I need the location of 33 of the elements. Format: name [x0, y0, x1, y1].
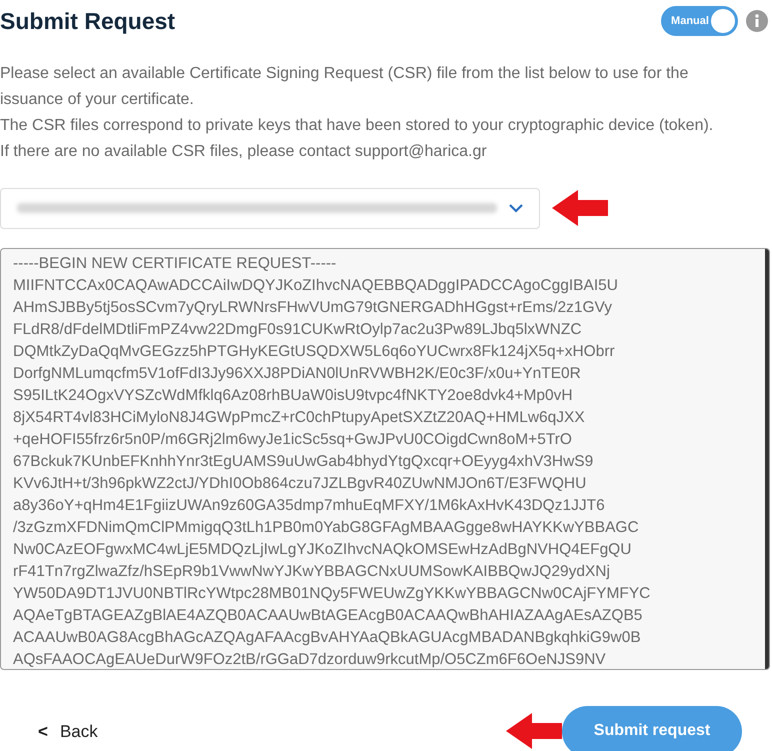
csr-line: rF41Tn7rgZlwaZfz/hSEpR9b1VwwNwYJKwYBBAGCNxUUMSowKAIBBQwJQ29ydXNj	[13, 562, 610, 582]
chevron-down-icon	[509, 204, 523, 212]
csr-line: S95ILtK24OgxVYSZcWdMfklq6Az08rhBUaW0isU9tvpc4fNKTY2oe8dvk4+Mp0vH	[13, 386, 573, 406]
csr-line: /3zGzmXFDNimQmClPMmigqQ3tLh1PB0m0YabG8GFAgMBAAGgge8wHAYKKwYBBAGC	[13, 518, 639, 538]
csr-line: 8jX54RT4vl83HCiMyloN8J4GWpPmcZ+rC0chPtupyApetSXZtZ20AQ+HMLw6qJXX	[13, 408, 585, 428]
csr-select[interactable]	[0, 188, 540, 228]
csr-line: DQMtkZyDaQqMvGEGzz5hPTGHyKEGtUSQDXW5L6q6oYUCwrx8Fk124jX5q+xHObrr	[13, 342, 615, 362]
mode-toggle[interactable]: Manual	[661, 6, 738, 36]
description-text: The CSR files correspond to private keys that have been stored to your cryptographic device (token).	[0, 116, 714, 136]
page-title: Submit Request	[0, 7, 176, 36]
csr-line: KVv6JtH+t/3h96pkWZ2ctJ/YDhI0Ob864czu7JZLBgvR40ZUwNMJOn6T/E3FWQHU	[13, 474, 586, 494]
csr-line: -----BEGIN NEW CERTIFICATE REQUEST-----	[13, 254, 336, 274]
description-text: Please select an available Certificate Signing Request (CSR) file from the list below to use for the issuance of your certificate.	[0, 64, 690, 110]
csr-line: ACAAUwB0AG8AcgBhAGcAZQAgAFAAcgBvAHYAaQBkAGUAcgMBADANBgkqhkiG9w0B	[13, 628, 641, 648]
csr-line: AQsFAAOCAgEAUeDurW9FOz2tB/rGGaD7dzorduw9rkcutMp/O5CZm6F6OeNJS9NV	[13, 650, 606, 668]
annotation-arrow	[506, 713, 562, 749]
csr-line: AHmSJBBy5tj5osSCvm7yQryLRWNrsFHwVUmG79tGNERGADhHGgst+rEms/2z1GVy	[13, 298, 612, 318]
back-link[interactable]: < Back	[38, 719, 98, 745]
csr-line: Nw0CAzEOFgwxMC4wLjE5MDQzLjIwLgYJKoZIhvcNAQkOMSEwHzAdBgNVHQ4EFgQU	[13, 540, 632, 560]
csr-line: AQAeTgBTAGEAZgBlAE4AZQB0ACAAUwBtAGEAcgB0ACAAQwBhAHIAZAAgAEsAZQB5	[13, 606, 642, 626]
csr-line: FLdR8/dFdelMDtliFmPZ4vw22DmgF0s91CUKwRtOylp7ac2u3Pw89LJbq5lxWNZC	[13, 320, 582, 340]
csr-line: 67Bckuk7KUnbEFKnhhYnr3tEgUAMS9uUwGab4bhydYtgQxcqr+OEyyg4xhV3HwS9	[13, 452, 594, 472]
csr-line: MIIFNTCCAx0CAQAwADCCAiIwDQYJKoZIhvcNAQEBBQADggIPADCCAgoCggIBAI5U	[13, 276, 618, 296]
info-icon[interactable]	[746, 10, 768, 32]
csr-line: DorfgNMLumqcfm5V1ofFdI3Jy96XXJ8PDiAN0lUnRVWBH2K/E0c3F/x0u+YnTE0R	[13, 364, 581, 384]
csr-line: +qeHOFI55frz6r5n0P/m6GRj2lm6wyJe1icSc5sq+GwJPvU0COigdCwn8oM+5TrO	[13, 430, 572, 450]
annotation-arrow	[552, 190, 608, 226]
csr-line: a8y36oY+qHm4E1FgiizUWAn9z60GA35dmp7mhuEqMFXY/1M6kAxHvK43DQz1JJT6	[13, 496, 605, 516]
description-text: If there are no available CSR files, please contact support@harica.gr	[0, 142, 488, 162]
csr-textarea[interactable]	[0, 248, 770, 670]
submit-button[interactable]: Submit request	[562, 706, 742, 751]
csr-line: YW50DA9DT1JVU0NBTlRcYWtpc28MB01NQy5FWEUwZgYKKwYBBAGCNw0CAjFYMFYC	[13, 584, 650, 604]
scrollbar[interactable]	[765, 248, 769, 668]
